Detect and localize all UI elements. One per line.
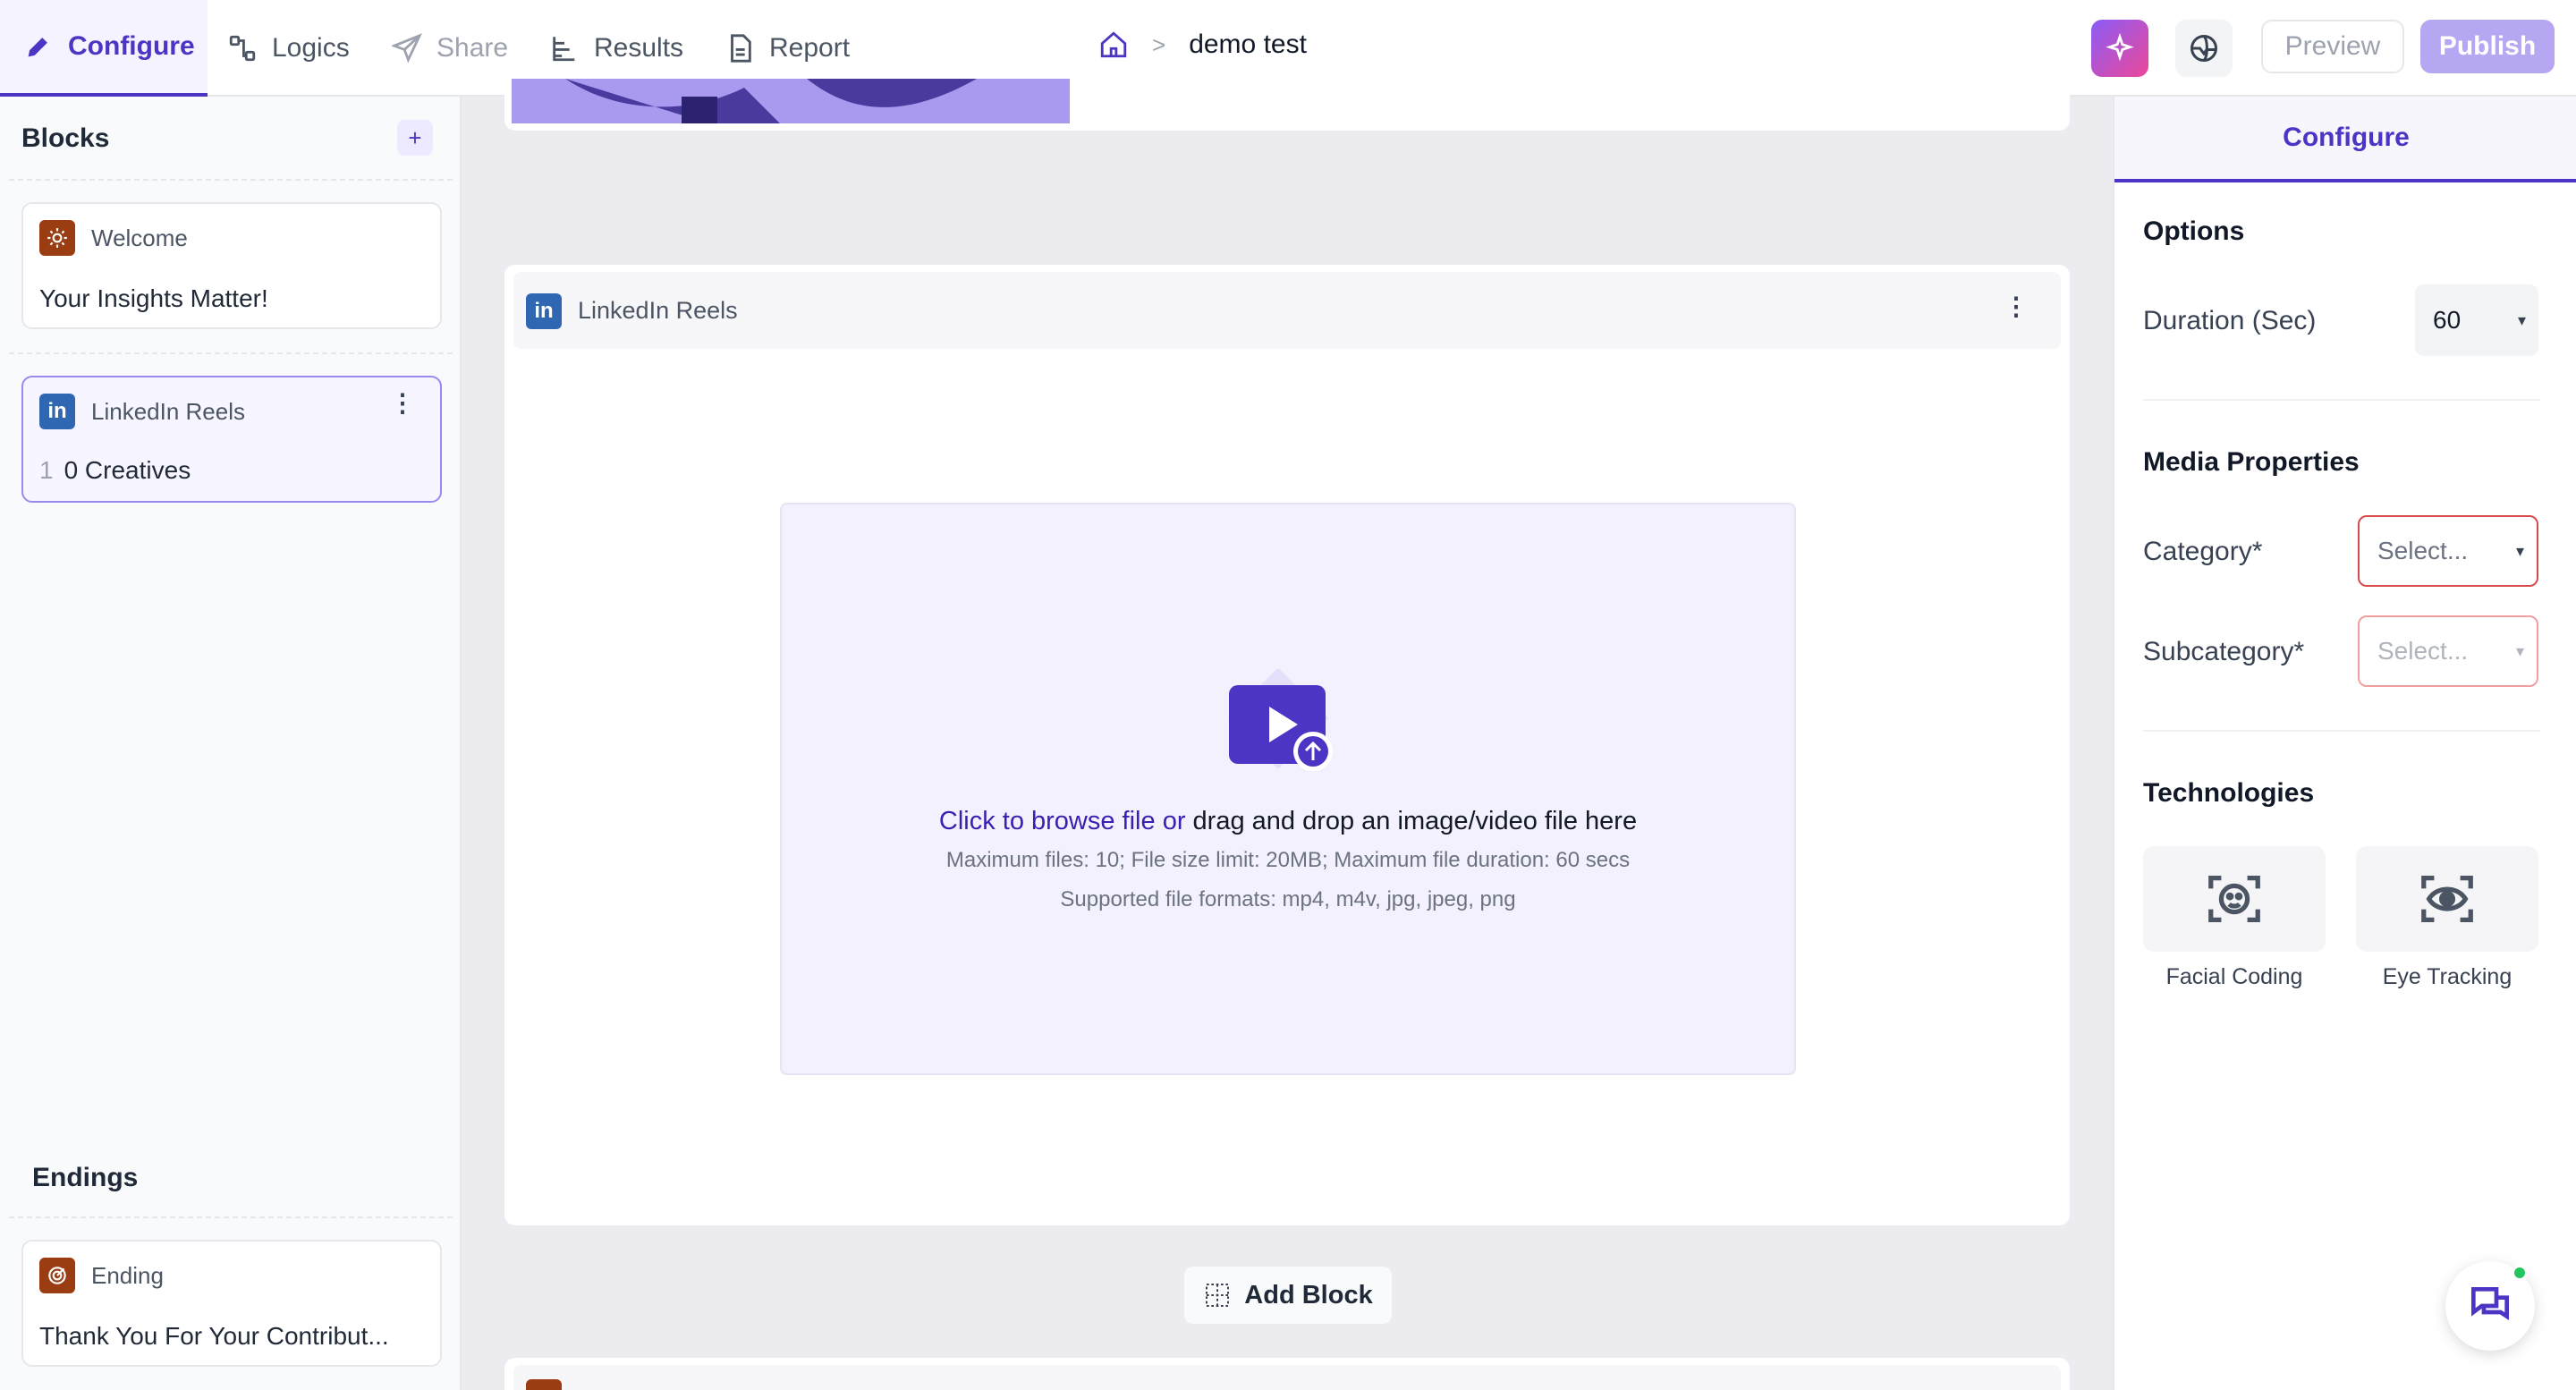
category-select[interactable]: Select... ▾: [2358, 515, 2538, 587]
preview-thumbnail: [512, 79, 1070, 123]
eye-scan-icon: [2421, 876, 2473, 922]
duration-select[interactable]: 60 ▾: [2415, 284, 2538, 356]
block-tag-label: Welcome: [91, 224, 188, 251]
category-label: Category*: [2143, 537, 2263, 566]
block-title: LinkedIn Reels: [578, 297, 738, 324]
tab-share-label: Share: [436, 33, 509, 63]
add-block-button[interactable]: Add Block: [1184, 1267, 1392, 1324]
upload-dropzone[interactable]: Click to browse file or drag and drop an…: [780, 503, 1796, 1075]
block-tag: Ending: [39, 1258, 164, 1293]
chat-support-button[interactable]: [2445, 1261, 2535, 1351]
sun-icon: [39, 220, 75, 256]
facial-coding-card[interactable]: [2143, 846, 2326, 952]
language-button[interactable]: [2175, 20, 2233, 77]
category-placeholder: Select...: [2377, 537, 2469, 564]
block-header: [513, 1365, 2061, 1390]
send-icon: [392, 33, 422, 64]
block-card-linkedin-reels[interactable]: in LinkedIn Reels ⋮ 1 0 Creatives: [21, 376, 442, 503]
tab-logics[interactable]: Logics: [227, 0, 350, 97]
chevron-down-icon: ▾: [2515, 541, 2524, 560]
facial-coding-label: Facial Coding: [2165, 964, 2303, 989]
add-block-small-button[interactable]: +: [397, 120, 433, 156]
divider: [9, 179, 453, 181]
block-text: 1 0 Creatives: [39, 456, 191, 485]
configure-panel: Configure Options Duration (Sec) 60 ▾ Me…: [2113, 97, 2576, 1390]
preview-button[interactable]: Preview: [2261, 20, 2404, 73]
eye-tracking-card[interactable]: [2356, 846, 2538, 952]
upload-limits: Maximum files: 10; File size limit: 20MB…: [945, 848, 1631, 872]
add-block-icon: [1206, 1284, 1230, 1307]
upload-formats: Supported file formats: mp4, m4v, jpg, j…: [1060, 887, 1516, 911]
chevron-down-icon: ▾: [2517, 310, 2526, 329]
breadcrumb: > demo test: [1098, 25, 1307, 64]
blocks-title: Blocks: [21, 123, 110, 153]
block-tag-label: LinkedIn Reels: [91, 397, 245, 425]
endings-title: Endings: [32, 1163, 139, 1192]
globe-icon: [2190, 35, 2217, 62]
block-header: in LinkedIn Reels ⋮: [513, 272, 2061, 349]
bar-chart-icon: [553, 37, 575, 62]
eye-tracking-label: Eye Tracking: [2382, 964, 2512, 989]
block-tag-label: Ending: [91, 1261, 164, 1289]
tab-configure[interactable]: Configure: [0, 0, 208, 97]
options-title: Options: [2143, 216, 2245, 246]
browse-file-link[interactable]: Click to browse file or: [939, 807, 1186, 835]
target-icon: [39, 1258, 75, 1293]
ai-assist-button[interactable]: [2091, 20, 2148, 77]
duration-value: 60: [2433, 306, 2462, 334]
logic-icon: [229, 35, 256, 62]
technologies-title: Technologies: [2143, 778, 2315, 808]
previous-block-panel: [504, 79, 2070, 131]
subcategory-select[interactable]: Select... ▾: [2358, 615, 2538, 687]
tab-report-label: Report: [769, 33, 851, 63]
block-text: Your Insights Matter!: [39, 284, 268, 312]
tab-configure-label: Configure: [68, 31, 195, 61]
block-card-ending[interactable]: Ending Thank You For Your Contribut...: [21, 1240, 442, 1367]
tab-configure-panel[interactable]: Configure: [2114, 97, 2576, 182]
block-index: 1: [39, 456, 54, 484]
more-vertical-icon[interactable]: ⋮: [2004, 292, 2029, 321]
online-status-dot: [2512, 1265, 2528, 1281]
block-text: Thank You For Your Contribut...: [39, 1322, 389, 1350]
pencil-icon: [28, 38, 47, 57]
breadcrumb-separator: >: [1152, 30, 1166, 58]
chat-icon: [2471, 1287, 2509, 1321]
home-icon[interactable]: [1098, 30, 1129, 60]
divider: [9, 352, 453, 354]
blocks-sidebar: Blocks + Welcome Your Insights Matter! i…: [0, 97, 462, 1390]
divider: [9, 1216, 453, 1218]
tab-results-label: Results: [594, 33, 684, 63]
publish-button[interactable]: Publish: [2420, 20, 2555, 73]
face-scan-icon: [2208, 876, 2260, 922]
media-properties-title: Media Properties: [2143, 447, 2360, 477]
video-upload-icon: [1220, 667, 1336, 790]
divider: [2143, 730, 2540, 732]
next-block-panel: [504, 1358, 2070, 1390]
drop-text: drag and drop an image/video file here: [1185, 807, 1638, 835]
upload-instructions: Click to browse file or drag and drop an…: [782, 807, 1794, 836]
target-icon: [526, 1379, 562, 1390]
more-vertical-icon[interactable]: ⋮: [390, 391, 415, 416]
chevron-down-icon: ▾: [2515, 641, 2524, 660]
subcategory-label: Subcategory*: [2143, 637, 2305, 666]
tab-logics-label: Logics: [272, 33, 350, 63]
block-card-welcome[interactable]: Welcome Your Insights Matter!: [21, 202, 442, 329]
block-tag: in LinkedIn Reels: [39, 394, 245, 429]
linkedin-icon: in: [39, 394, 75, 429]
add-block-label: Add Block: [1244, 1280, 1373, 1309]
creatives-count: 0 Creatives: [64, 456, 191, 484]
tab-share[interactable]: Share: [392, 0, 508, 97]
duration-label: Duration (Sec): [2143, 306, 2317, 335]
page-title: demo test: [1189, 30, 1307, 59]
sparkle-icon: [2106, 33, 2134, 62]
linkedin-reels-block: in LinkedIn Reels ⋮ Click to browse file…: [504, 265, 2070, 1225]
document-icon: [731, 34, 751, 63]
linkedin-icon: in: [526, 293, 562, 329]
canvas: in LinkedIn Reels ⋮ Click to browse file…: [463, 79, 2111, 1390]
divider: [2143, 399, 2540, 401]
block-tag: Welcome: [39, 220, 188, 256]
subcategory-placeholder: Select...: [2377, 637, 2469, 665]
